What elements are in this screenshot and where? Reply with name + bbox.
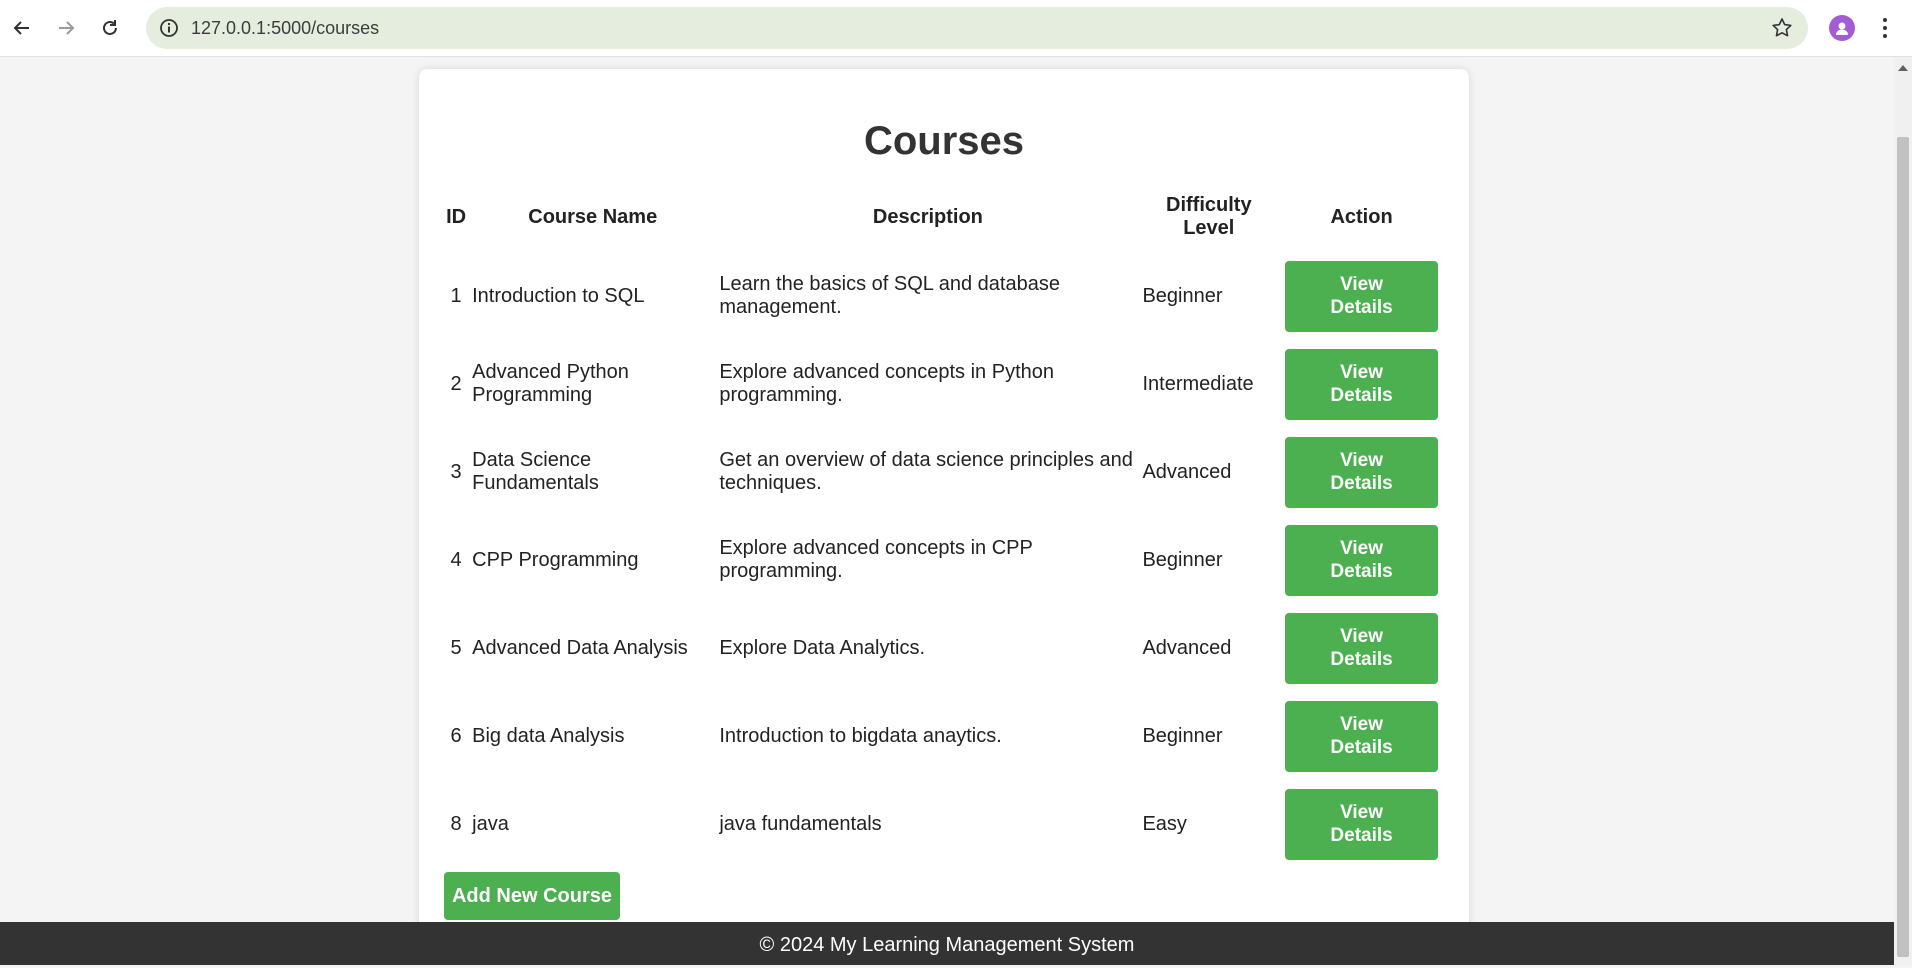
course-id: 4 [450, 548, 462, 571]
view-details-button[interactable]: View Details [1285, 788, 1439, 860]
back-button[interactable] [4, 10, 40, 46]
table-header-row: ID Course Name Description Difficulty Le… [443, 182, 1445, 252]
add-new-course-button[interactable]: Add New Course [444, 872, 620, 920]
scroll-up-arrow-icon[interactable] [1898, 65, 1908, 71]
table-row: 5 Advanced Data Analysis Explore Data An… [443, 604, 1445, 692]
reload-icon [103, 20, 117, 35]
course-description: Learn the basics of SQL and database man… [719, 273, 1060, 318]
table-row: 3 Data Science Fundamentals Get an overv… [443, 428, 1445, 516]
course-name: Advanced Data Analysis [472, 636, 688, 659]
course-level: Beginner [1142, 548, 1223, 571]
address-bar[interactable]: 127.0.0.1:5000/courses [146, 7, 1808, 49]
back-arrow-icon [13, 21, 29, 35]
site-info-icon[interactable] [158, 17, 180, 39]
course-id: 3 [450, 460, 462, 483]
courses-table: ID Course Name Description Difficulty Le… [443, 182, 1445, 868]
course-level: Easy [1142, 812, 1187, 835]
courses-card: Courses ID Course Name Description Diffi… [419, 69, 1469, 949]
course-id: 5 [450, 636, 462, 659]
table-row: 2 Advanced Python Programming Explore ad… [443, 340, 1445, 428]
forward-arrow-icon [59, 21, 75, 35]
browser-toolbar: 127.0.0.1:5000/courses [0, 0, 1912, 57]
course-description: Explore Data Analytics. [719, 636, 925, 659]
view-details-button[interactable]: View Details [1285, 348, 1439, 420]
bookmark-star-icon[interactable] [1770, 16, 1794, 40]
page-title: Courses [863, 119, 1025, 163]
course-id: 8 [450, 812, 462, 835]
page-footer: © 2024 My Learning Management System [0, 922, 1894, 965]
column-header-id: ID [446, 205, 467, 228]
course-description: Introduction to bigdata anaytics. [719, 724, 1002, 747]
view-details-button[interactable]: View Details [1285, 260, 1439, 332]
course-name: Introduction to SQL [472, 284, 645, 307]
page-scrollbar[interactable] [1894, 57, 1912, 965]
course-level: Advanced [1142, 636, 1232, 659]
course-level: Advanced [1142, 460, 1232, 483]
profile-avatar[interactable] [1829, 15, 1855, 41]
table-row: 6 Big data Analysis Introduction to bigd… [443, 692, 1445, 780]
view-details-button[interactable]: View Details [1285, 436, 1439, 508]
url-text[interactable]: 127.0.0.1:5000/courses [191, 7, 379, 49]
browser-menu-icon[interactable] [1878, 14, 1892, 42]
view-details-button[interactable]: View Details [1285, 612, 1439, 684]
course-name: Data Science Fundamentals [472, 449, 599, 494]
view-details-button[interactable]: View Details [1285, 700, 1439, 772]
course-description: Explore advanced concepts in Python prog… [719, 361, 1055, 406]
table-row: 1 Introduction to SQL Learn the basics o… [443, 252, 1445, 340]
course-description: Get an overview of data science principl… [719, 449, 1133, 494]
course-id: 6 [450, 724, 462, 747]
course-name: Advanced Python Programming [472, 361, 629, 406]
reload-button[interactable] [92, 10, 128, 46]
course-level: Beginner [1142, 724, 1223, 747]
course-level: Intermediate [1142, 372, 1254, 395]
course-id: 2 [450, 372, 462, 395]
course-id: 1 [450, 284, 462, 307]
table-row: 8 java java fundamentals Easy View Detai… [443, 780, 1445, 868]
course-name: CPP Programming [472, 548, 639, 571]
course-name: Big data Analysis [472, 724, 625, 747]
course-level: Beginner [1142, 284, 1223, 307]
column-header-action: Action [1330, 205, 1393, 228]
column-header-name: Course Name [528, 205, 658, 228]
course-description: Explore advanced concepts in CPP program… [719, 537, 1033, 582]
forward-button[interactable] [48, 10, 84, 46]
course-description: java fundamentals [719, 812, 882, 835]
table-row: 4 CPP Programming Explore advanced conce… [443, 516, 1445, 604]
column-header-level: Difficulty Level [1166, 194, 1252, 239]
column-header-description: Description [872, 205, 983, 228]
scroll-thumb[interactable] [1897, 137, 1909, 957]
profile-icon [1836, 22, 1848, 35]
course-name: java [472, 812, 509, 835]
view-details-button[interactable]: View Details [1285, 524, 1439, 596]
